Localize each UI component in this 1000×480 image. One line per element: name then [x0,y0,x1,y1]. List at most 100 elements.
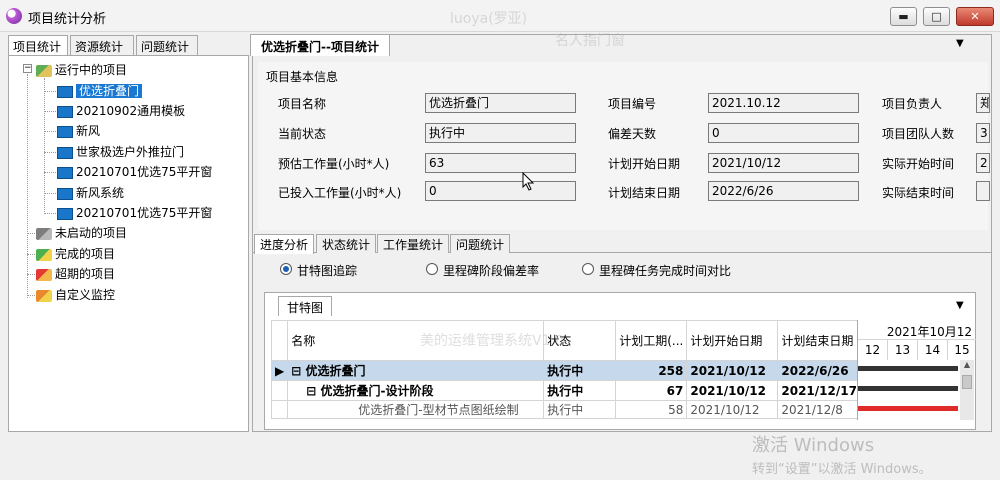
team-label: 项目团队人数 [882,127,955,141]
spent-field[interactable]: 0 [425,181,576,201]
folder-running-icon [36,64,52,77]
project-icon [57,146,73,159]
project-icon [57,187,73,200]
code-label: 项目编号 [608,97,657,111]
column-header-end[interactable]: 计划结束日期 [777,320,861,361]
estimate-field[interactable]: 63 [425,153,576,173]
watermark: luoya(罗亚) [450,11,528,27]
tab-document[interactable]: 优选折叠门--项目统计 [250,34,390,56]
actual-start-field[interactable]: 2 [976,153,990,173]
task-status-cell: 执行中 [543,380,617,401]
gantt-day-header: 15 [954,343,970,357]
radio-milestone-time[interactable] [582,263,594,275]
owner-label: 项目负责人 [882,97,943,111]
activate-windows-hint: 转到“设置”以激活 Windows。 [752,462,932,477]
task-end-cell: 2021/12/17 [777,380,861,401]
task-name-cell: 优选折叠门-型材节点图纸绘制 [287,400,545,419]
scroll-up-icon[interactable]: ▲ [960,360,974,369]
tree-node-project[interactable]: 新风 [57,122,100,140]
plan-end-field[interactable]: 2022/6/26 [708,181,859,201]
tab-workload[interactable]: 工作量统计 [377,234,450,253]
tree-node-label-selected: 优选折叠门 [76,84,143,98]
state-label: 当前状态 [278,127,327,141]
table-row[interactable]: ▶ ⊟ 优选折叠门 执行中 258 2021/10/12 2022/6/26 [270,360,861,381]
actual-end-field[interactable] [976,181,990,201]
collapse-icon[interactable]: ⊟ [306,384,316,398]
mouse-cursor-icon [522,172,535,191]
folder-monitor-icon [36,289,52,302]
table-row[interactable]: 优选折叠门-型材节点图纸绘制 执行中 58 2021/10/12 2021/12… [270,400,861,419]
spent-label: 已投入工作量(小时*人) [278,186,402,200]
project-icon [57,166,73,179]
task-end-cell: 2021/12/8 [777,400,861,419]
tab-issue-stats[interactable]: 问题统计 [136,35,198,55]
radio-milestone-time-label: 里程碑任务完成时间对比 [599,264,732,278]
section-title: 项目基本信息 [266,70,339,84]
app-icon [6,8,22,24]
column-header-duration[interactable]: 计划工期(... [615,320,688,361]
maximize-button[interactable]: □ [923,7,950,26]
folder-pending-icon [36,227,52,240]
tab-resource-stats[interactable]: 资源统计 [70,35,134,55]
tab-project-stats[interactable]: 项目统计 [8,35,68,56]
gantt-bar-project[interactable] [858,366,958,371]
task-status-cell: 执行中 [543,360,617,381]
minimize-button[interactable]: ▬ [890,7,917,26]
team-field[interactable]: 3 [976,123,990,143]
task-name-cell: ⊟ 优选折叠门 [287,360,545,381]
name-label: 项目名称 [278,97,327,111]
estimate-label: 预估工作量(小时*人) [278,157,390,171]
scroll-thumb[interactable] [962,375,972,389]
tab-progress[interactable]: 进度分析 [254,234,315,254]
deviation-field[interactable]: 0 [708,123,859,143]
tree-node-custom[interactable]: 自定义监控 [36,286,115,304]
tree-node-project[interactable]: 20210701优选75平开窗 [57,204,212,222]
window-title: 项目统计分析 [28,12,107,27]
plan-start-field[interactable]: 2021/10/12 [708,153,859,173]
close-button[interactable]: ✕ [956,7,994,26]
tree-node-overdue[interactable]: 超期的项目 [36,265,115,283]
deviation-label: 偏差天数 [608,127,657,141]
project-icon [57,105,73,118]
column-header-start[interactable]: 计划开始日期 [686,320,779,361]
tab-issues[interactable]: 问题统计 [450,234,511,253]
tab-gantt[interactable]: 甘特图 [278,296,333,316]
tree-node-project[interactable]: 世家极选户外推拉门 [57,143,184,161]
row-marker-icon [270,400,289,419]
tree-node-project[interactable]: 20210701优选75平开窗 [57,163,212,181]
tree-node-running[interactable]: 运行中的项目 [36,61,127,79]
code-field[interactable]: 2021.10.12 [708,93,859,113]
plan-start-label: 计划开始日期 [608,157,681,171]
task-duration-cell: 58 [615,400,688,419]
gantt-bar-design[interactable] [858,386,958,391]
gantt-dropdown-arrow-icon[interactable]: ▼ [956,300,964,311]
tree-collapse-icon[interactable]: − [23,64,32,73]
tab-status[interactable]: 状态统计 [316,234,377,253]
tree-node-project[interactable]: 新风系统 [57,184,124,202]
state-field[interactable]: 执行中 [425,123,576,143]
folder-overdue-icon [36,268,52,281]
gantt-bar-task[interactable] [858,406,958,411]
actual-start-label: 实际开始时间 [882,157,955,171]
project-icon [57,125,73,138]
owner-field[interactable]: 郑 [976,93,990,113]
watermark: 名人指门窗 [555,33,625,49]
collapse-icon[interactable]: ⊟ [291,364,301,378]
tree-node-completed[interactable]: 完成的项目 [36,245,115,263]
table-row[interactable]: ⊟ 优选折叠门-设计阶段 执行中 67 2021/10/12 2021/12/1… [270,380,861,401]
name-field[interactable]: 优选折叠门 [425,93,576,113]
activate-windows-title: 激活 Windows [752,435,875,456]
radio-milestone-deviation[interactable] [426,263,438,275]
row-marker-icon: ▶ [270,360,289,381]
vertical-scrollbar[interactable]: ▲ [960,360,974,420]
watermark: 美的运维管理系统V1.0 [420,333,564,349]
tree-node-project[interactable]: 20210902通用模板 [57,102,185,120]
dropdown-arrow-icon[interactable]: ▼ [956,38,964,49]
tree-node-not-started[interactable]: 未启动的项目 [36,224,127,242]
gantt-day-header: 13 [888,340,918,360]
gantt-month-header: 2021年10月12 [858,320,976,340]
radio-milestone-deviation-label: 里程碑阶段偏差率 [443,264,540,278]
gantt-task-grid: 名称 状态 计划工期(... 计划开始日期 计划结束日期 ▶ ⊟ 优选折叠门 执… [270,320,861,419]
tree-node-project[interactable]: 优选折叠门 [57,82,143,100]
radio-gantt[interactable] [280,263,292,275]
